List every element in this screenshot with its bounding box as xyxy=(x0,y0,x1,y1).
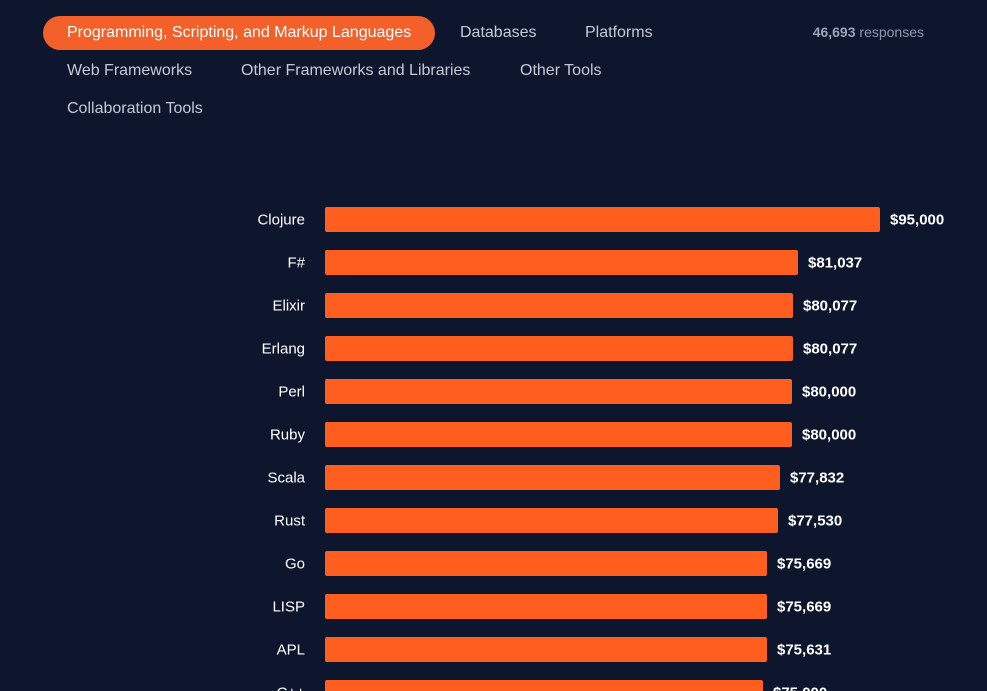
category-label-rust: Rust xyxy=(274,513,306,530)
bar-perl[interactable] xyxy=(325,379,792,404)
value-label-lisp: $75,669 xyxy=(777,599,831,616)
category-label-lisp: LISP xyxy=(272,599,305,616)
bar-lisp[interactable] xyxy=(325,594,767,619)
category-label-elixir: Elixir xyxy=(273,298,306,315)
category-label-c: C++ xyxy=(277,685,306,691)
category-label-erlang: Erlang xyxy=(262,341,305,358)
category-label-f: F# xyxy=(287,255,305,272)
value-label-go: $75,669 xyxy=(777,556,831,573)
value-label-erlang: $80,077 xyxy=(803,341,857,358)
category-label-ruby: Ruby xyxy=(270,427,306,444)
bar-ruby[interactable] xyxy=(325,422,792,447)
category-label-clojure: Clojure xyxy=(257,212,305,229)
value-label-scala: $77,832 xyxy=(790,470,844,487)
category-label-scala: Scala xyxy=(267,470,305,487)
value-label-rust: $77,530 xyxy=(788,513,842,530)
category-label-go: Go xyxy=(285,556,305,573)
value-label-c: $75,000 xyxy=(773,685,827,691)
category-label-apl: APL xyxy=(277,642,305,659)
category-label-perl: Perl xyxy=(278,384,305,401)
bar-clojure[interactable] xyxy=(325,207,880,232)
bar-elixir[interactable] xyxy=(325,293,793,318)
bar-erlang[interactable] xyxy=(325,336,793,361)
bar-apl[interactable] xyxy=(325,637,767,662)
value-label-perl: $80,000 xyxy=(802,384,856,401)
bar-f[interactable] xyxy=(325,250,798,275)
value-label-clojure: $95,000 xyxy=(890,212,944,229)
bar-go[interactable] xyxy=(325,551,767,576)
bar-scala[interactable] xyxy=(325,465,780,490)
salary-bar-chart: Clojure $95,000 F# $81,037 Elixir $80,077 Erla… xyxy=(257,207,944,691)
value-label-apl: $75,631 xyxy=(777,642,831,659)
value-label-f: $81,037 xyxy=(808,255,862,272)
bar-c[interactable] xyxy=(325,680,763,691)
value-label-elixir: $80,077 xyxy=(803,298,857,315)
value-label-ruby: $80,000 xyxy=(802,427,856,444)
bar-rust[interactable] xyxy=(325,508,778,533)
